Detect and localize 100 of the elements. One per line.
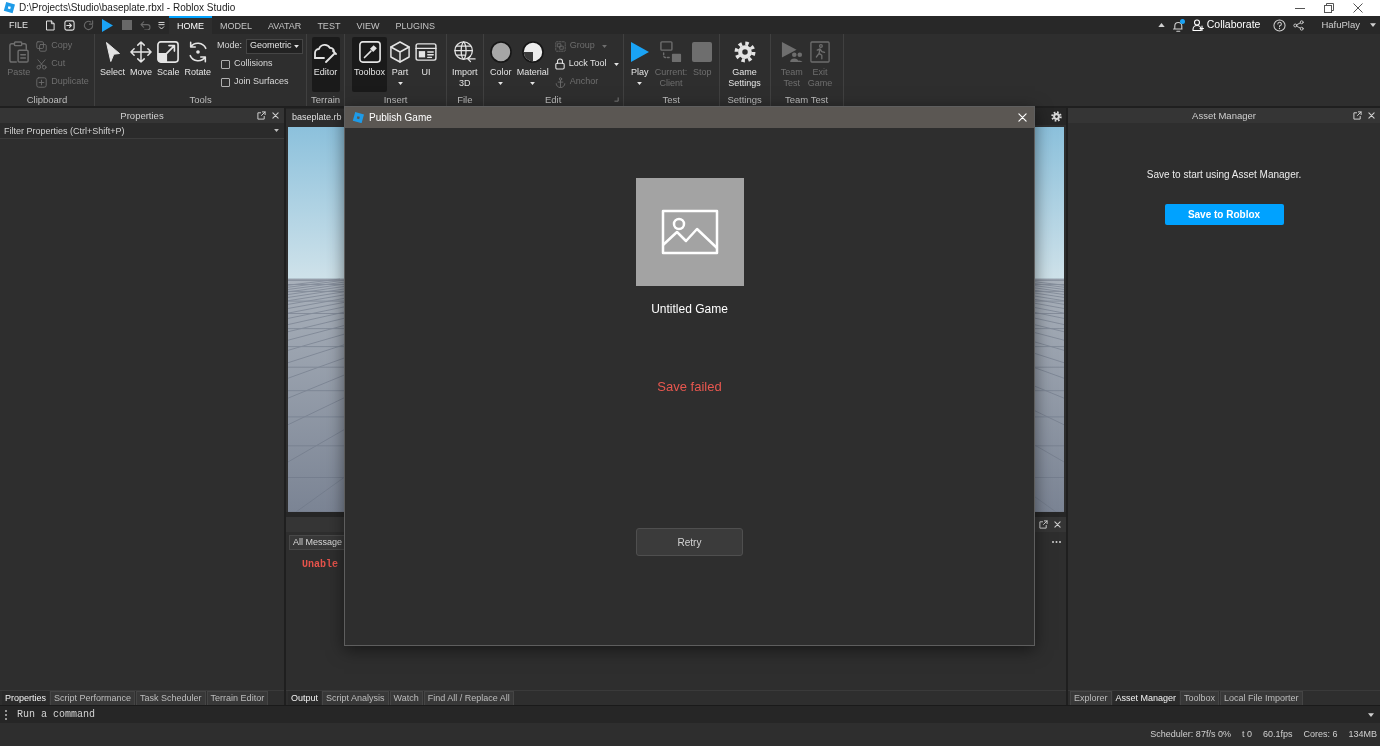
close-icon[interactable] [1352,3,1363,13]
ribbon-button[interactable]: Rotate [182,37,214,92]
caret-down-icon[interactable] [1368,712,1374,717]
menu-tab[interactable]: PLUGINS [387,16,443,34]
caret-down-icon [637,82,643,85]
group-label: Settings [727,93,762,106]
mode-label: Mode: [217,39,243,53]
cube-icon [390,41,411,63]
menu-tab[interactable]: VIEW [348,16,388,34]
ribbon-button[interactable]: Material [514,37,551,92]
group-label: File [457,93,473,106]
move-arrows-icon [130,41,152,63]
anchor-icon [554,76,566,88]
client-server-icon [660,41,683,63]
overflow-menu-icon[interactable] [157,20,165,30]
ribbon-button[interactable]: UI [413,37,440,92]
team-play-icon [780,41,803,63]
app-logo-icon [3,2,15,14]
retry-button[interactable]: Retry [636,528,743,556]
panel-tab[interactable]: Properties [2,691,50,705]
caret-down-icon[interactable] [274,129,279,132]
collaborate-button[interactable]: Collaborate [1191,17,1261,33]
cloud-brush-icon [313,41,338,63]
panel-tab[interactable]: Watch [389,691,423,705]
group-label: Insert [383,93,408,106]
bell-icon[interactable] [1171,18,1185,32]
group-label: Test [662,93,680,106]
group-label: Tools [189,93,212,106]
play-icon [629,41,650,63]
window-icon [415,43,438,61]
panel-title: Asset Manager [1191,109,1257,123]
pop-out-icon[interactable] [1353,111,1362,120]
ribbon-button[interactable]: Game Settings [726,37,763,92]
group-icon [554,40,566,52]
help-icon[interactable] [1273,18,1287,32]
status-text: 60.1fps [1262,727,1293,741]
caret-down-icon [601,44,607,48]
sphere-icon [521,41,544,63]
checkbox[interactable] [221,77,231,87]
output-message: Unable [302,558,338,572]
menu-tab[interactable]: TEST [309,16,349,34]
clipboard-icon [8,41,29,63]
caret-down-icon [530,82,536,85]
panel-tab[interactable]: Task Scheduler [136,691,206,705]
filter-dropdown[interactable]: All Message [289,534,347,550]
ribbon-button[interactable]: Play [627,37,652,92]
menu-tab[interactable]: HOME [169,16,212,34]
duplicate-icon [36,76,48,88]
panel-tab[interactable]: Terrain Editor [206,691,269,705]
gear-icon[interactable] [1051,111,1062,122]
panel-tab[interactable]: Script Performance [50,691,136,705]
panel-tab[interactable]: Local File Importer [1220,691,1303,705]
panel-tab[interactable]: Find All / Replace All [423,691,514,705]
caret-down-icon [397,82,403,85]
mode-dropdown[interactable]: Geometric [246,38,304,54]
new-document-icon[interactable] [46,19,55,31]
status-text: t 0 [1241,727,1252,741]
pop-out-icon[interactable] [1039,520,1048,529]
panel-tab[interactable]: Asset Manager [1112,691,1180,705]
play-icon[interactable] [102,18,113,32]
file-menu[interactable]: FILE [0,16,37,34]
pop-out-icon[interactable] [257,111,266,120]
ribbon-button[interactable]: Move [128,37,155,92]
ribbon-button[interactable]: Editor [311,37,340,92]
ribbon-button[interactable]: Select [98,37,127,92]
menu-tab[interactable]: AVATAR [260,16,310,34]
panel-tab[interactable]: Toolbox [1180,691,1220,705]
ribbon-button[interactable]: Part [388,37,413,92]
ribbon-button[interactable]: Lock Tool [554,57,619,71]
ribbon-button[interactable]: Color [487,37,514,92]
ribbon-button[interactable]: Toolbox [352,37,388,92]
restore-icon[interactable] [1323,3,1334,13]
share-icon[interactable] [1293,19,1305,31]
stop-icon [692,42,713,62]
person-plus-icon [1191,19,1204,31]
caret-down-icon [294,44,300,48]
panel-tab[interactable]: Explorer [1070,691,1112,705]
panel-tab[interactable]: Script Analysis [322,691,389,705]
minimize-icon[interactable] [1294,7,1305,9]
user-menu[interactable]: HafuPlay [1321,17,1376,33]
group-label: Clipboard [26,93,68,106]
box-arrow-icon[interactable] [64,19,75,31]
menu-tab[interactable]: MODEL [212,16,261,34]
caret-up-icon[interactable] [1157,22,1165,28]
checkbox[interactable] [221,59,231,69]
ribbon-button[interactable]: Scale [155,37,182,92]
color-circle-icon [489,41,512,63]
panel-tab[interactable]: Output [288,691,322,705]
error-message: Save failed [657,378,722,396]
checkbox-label: Join Surfaces [234,75,289,89]
caret-down-icon [498,82,504,85]
filter-field[interactable]: Filter Properties (Ctrl+Shift+P) [0,123,274,138]
status-text: 134MB [1348,727,1377,741]
scale-icon [157,41,180,63]
image-placeholder-icon [635,178,744,286]
ribbon-button[interactable]: Import 3D [450,37,480,92]
dialog-title: Publish Game [369,111,432,125]
caret-down-icon [613,62,619,66]
cursor-arrow-icon [104,41,121,63]
window-title: D:\Projects\Studio\baseplate.rbxl - Roblox Studio [19,1,236,15]
